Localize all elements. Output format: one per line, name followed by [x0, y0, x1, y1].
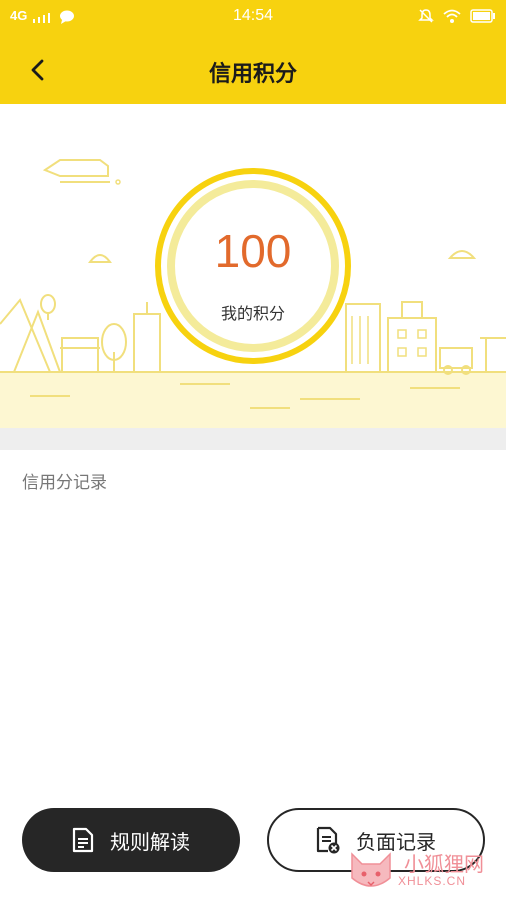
status-bar: 4G 14:54 [0, 0, 506, 36]
score-ring: 100 我的积分 [155, 168, 351, 364]
watermark-name: 小狐狸网 [404, 854, 484, 876]
watermark-domain: XHLKS.CN [398, 874, 467, 888]
wifi-icon [443, 9, 461, 23]
mute-icon [418, 9, 434, 23]
score-label: 我的积分 [220, 306, 285, 323]
status-icons [418, 8, 496, 24]
fox-logo-icon [351, 852, 391, 887]
battery-icon [470, 9, 495, 23]
rules-button-label: 规则解读 [110, 831, 190, 854]
document-warning-icon [316, 826, 340, 854]
document-icon [72, 827, 94, 853]
rules-button[interactable]: 规则解读 [22, 808, 240, 872]
nav-bar: 信用积分 [0, 36, 506, 104]
watermark: 小狐狸网 XHLKS.CN [346, 848, 496, 894]
score-hero: 100 我的积分 [0, 104, 506, 428]
records-title: 信用分记录 [22, 473, 107, 492]
section-divider [0, 428, 506, 450]
score-value: 100 [214, 225, 292, 277]
page-title: 信用积分 [208, 61, 297, 86]
